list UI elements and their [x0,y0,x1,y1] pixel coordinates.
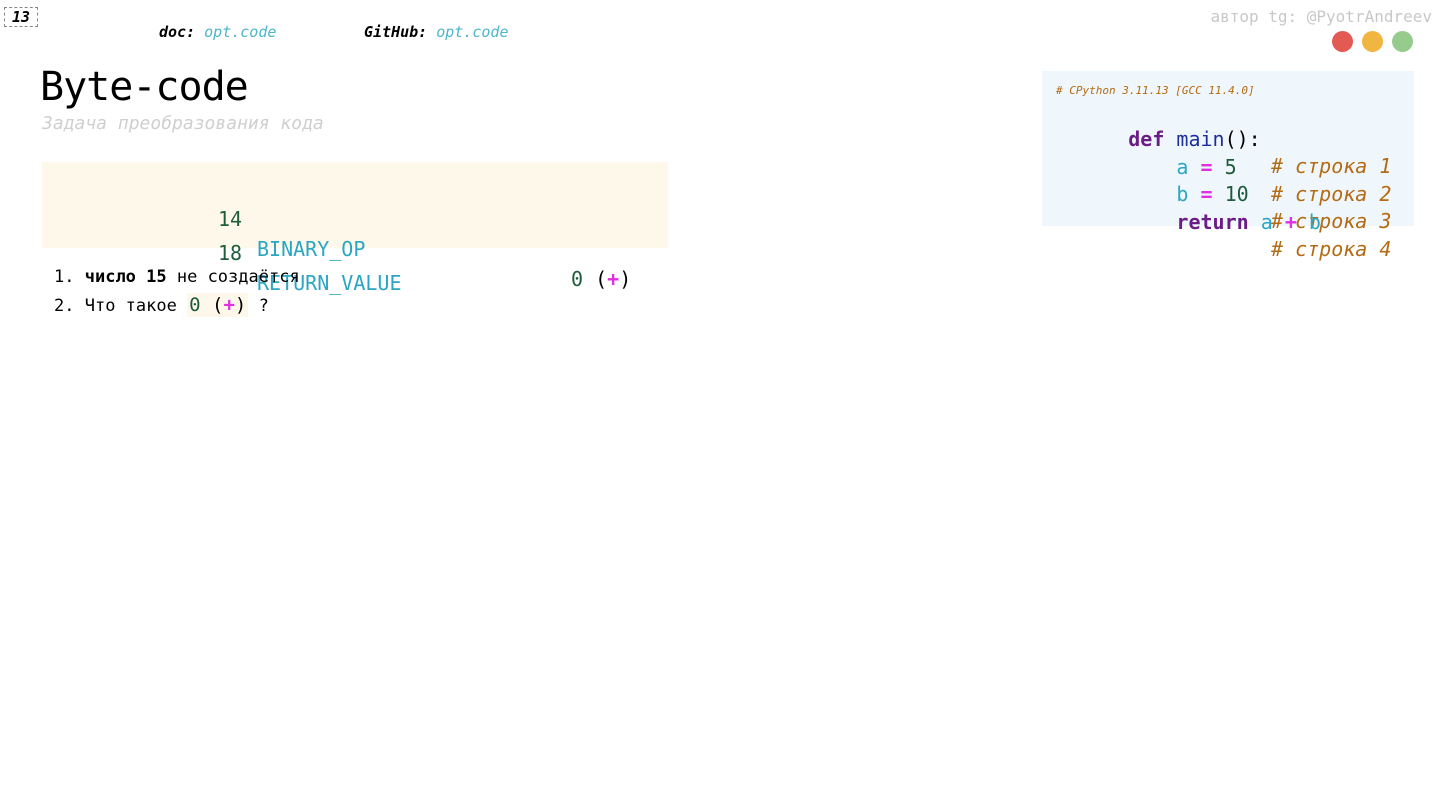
bytecode-arg-num: 0 [571,267,584,291]
code-comment: # строка 1 [1271,154,1392,178]
list-text: не создаётся [166,267,300,287]
yellow-dot-icon [1362,31,1383,52]
source-code-panel: # CPython 3.11.13 [GCC 11.4.0] def main(… [1042,71,1414,261]
code-comment: # строка 4 [1271,237,1392,261]
green-dot-icon [1392,31,1413,52]
list-item: 1. число 15 не создаётся [54,263,300,291]
bytecode-arg-close: ) [619,267,632,291]
doc-label: doc: [159,23,196,41]
inline-code: 0 (+) [187,293,249,317]
code-variable: a [1260,210,1273,234]
slide: 13 doc: opt.code GitHub: opt.code автор … [0,0,1440,810]
code-variable: b [1308,210,1321,234]
bytecode-row: 14 BINARY_OP 0 (+) [42,174,631,291]
list-marker: 1. [54,267,75,287]
code-line: b = 10 # строка 3 [1056,154,1391,233]
bytecode-arg-op: + [607,267,620,291]
code-line: return a + b # строка 4 [1056,182,1391,261]
github-link[interactable]: opt.code [436,23,508,41]
author-credit: автор tg: @PyotrAndreev [1210,7,1432,26]
slide-number: 13 [4,7,38,27]
doc-link-group: doc: opt.code [159,23,276,41]
inline-code-num: 0 [189,294,201,316]
inline-code-close: ) [234,294,247,316]
inline-code-open: ( [212,294,224,316]
list-item: 2. Что такое 0 (+) ? [54,291,300,320]
question-list: 1. число 15 не создаётся 2. Что такое 0 … [54,263,300,320]
bytecode-arg: 0 (+) [571,264,631,294]
inline-code-op: + [223,294,235,316]
github-link-group: GitHub: opt.code [364,23,509,41]
code-header-comment: # CPython 3.11.13 [GCC 11.4.0] [1056,84,1255,97]
doc-link[interactable]: opt.code [204,23,276,41]
code-keyword: return [1176,210,1249,234]
bytecode-offset: 14 [218,207,243,231]
window-controls [1332,31,1413,52]
code-operator: + [1284,210,1297,234]
code-line: a = 5 # строка 2 [1056,127,1391,206]
page-title: Byte-code [40,64,249,110]
bytecode-opname: BINARY_OP [257,237,366,261]
list-bold-text: число 15 [84,267,167,287]
github-label: GitHub: [364,23,428,41]
page-subtitle: Задача преобразования кода [42,113,324,134]
list-text: Что такое [84,296,188,316]
code-line: def main(): # строка 1 [1056,99,1391,178]
bytecode-row: 18 RETURN_VALUE [42,208,402,295]
red-dot-icon [1332,31,1353,52]
list-marker: 2. [54,296,75,316]
list-tail: ? [248,296,269,316]
bytecode-block: 14 BINARY_OP 0 (+) 18 RETURN_VALUE [42,162,668,295]
bytecode-arg-open: ( [595,267,608,291]
